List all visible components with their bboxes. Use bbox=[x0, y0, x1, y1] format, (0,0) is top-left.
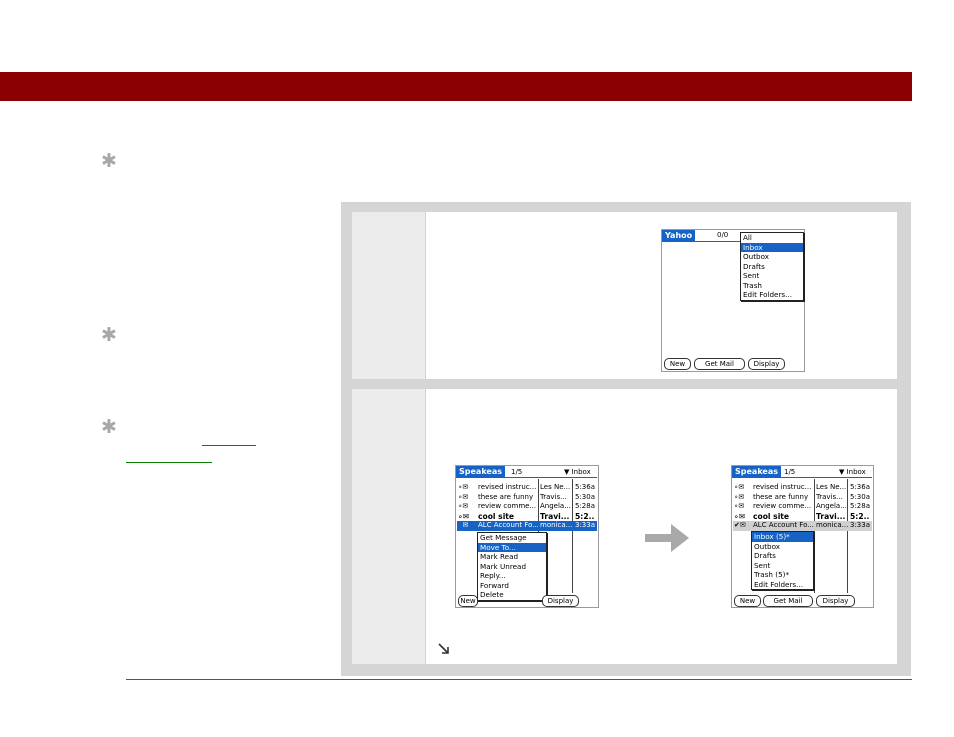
message-row[interactable]: ∘✉ revised instruc... Les Ne... 5:36a bbox=[733, 483, 872, 493]
asterisk-icon: ✱ bbox=[101, 324, 117, 346]
palm-screen-move-to-menu: Speakeas 1/5 ▼ Inbox ∘✉ revised instruc.… bbox=[731, 465, 874, 608]
get-mail-button[interactable]: Get Mail bbox=[694, 358, 745, 370]
folder-label: Inbox bbox=[846, 468, 866, 476]
message-count: 1/5 bbox=[511, 468, 523, 476]
envelope-icon: ∘✉ bbox=[458, 511, 470, 521]
menu-item[interactable]: Mark Read bbox=[478, 552, 546, 562]
message-row[interactable]: ∘✉ review comme... Angela... 5:28a bbox=[457, 502, 597, 512]
header-bar bbox=[0, 72, 912, 101]
folder-picker[interactable]: ▼ Inbox bbox=[564, 468, 591, 476]
move-to-folder-menu[interactable]: Inbox (5)* Outbox Drafts Sent Trash (5)*… bbox=[751, 531, 814, 590]
palm-screen-message-menu: Speakeas 1/5 ▼ Inbox ∘✉ revised instruc.… bbox=[455, 465, 599, 608]
link-underline bbox=[202, 445, 256, 446]
menu-item[interactable]: Edit Folders... bbox=[752, 580, 813, 590]
message-count: 0/0 bbox=[717, 231, 729, 239]
message-row[interactable]: ∘✉ these are funny Travis... 5:30a bbox=[733, 493, 872, 503]
menu-item[interactable]: Reply... bbox=[478, 571, 546, 581]
menu-item[interactable]: Get Message bbox=[478, 533, 546, 543]
display-button[interactable]: Display bbox=[748, 358, 785, 370]
menu-item[interactable]: Delete bbox=[478, 590, 546, 600]
envelope-icon: ∘✉ bbox=[734, 483, 745, 491]
menu-item[interactable]: Outbox bbox=[752, 542, 813, 552]
envelope-icon: ∘✉ bbox=[458, 502, 469, 510]
menu-item-selected[interactable]: Inbox (5)* bbox=[752, 532, 813, 542]
message-row-selected[interactable]: ✔✉ ALC Account Fo... monica... 3:33a bbox=[733, 521, 872, 531]
message-row-selected[interactable]: ✉ ALC Account Fo... monica... 3:33a bbox=[457, 521, 597, 531]
menu-item[interactable]: Outbox bbox=[741, 252, 803, 262]
palm-screen-folder-menu: Yahoo 0/0 All Inbox Outbox Drafts Sent T… bbox=[661, 229, 805, 372]
menu-item[interactable]: Sent bbox=[741, 271, 803, 281]
new-button[interactable]: New bbox=[664, 358, 691, 370]
message-row[interactable]: ∘✉ review comme... Angela... 5:28a bbox=[733, 502, 872, 512]
new-button[interactable]: New bbox=[734, 595, 761, 607]
step-number-cell bbox=[352, 212, 425, 379]
envelope-icon: ∘✉ bbox=[734, 492, 745, 501]
message-row[interactable]: ∘✉ these are funny Travis... 5:30a bbox=[457, 493, 597, 503]
envelope-icon: ✉ bbox=[458, 521, 469, 529]
new-button[interactable]: New bbox=[458, 595, 478, 607]
message-row-unread[interactable]: ∘✉ cool site Travi... 5:2.. bbox=[733, 512, 872, 522]
checkmark-icon: ✔✉ bbox=[734, 521, 746, 529]
message-row[interactable]: ∘✉ revised instruc... Les Ne... 5:36a bbox=[457, 483, 597, 493]
title-underline bbox=[456, 477, 597, 478]
sidebar-link[interactable] bbox=[126, 435, 256, 465]
arrow-right-icon bbox=[643, 520, 691, 556]
asterisk-icon: ✱ bbox=[101, 416, 117, 438]
menu-item[interactable]: Trash bbox=[741, 281, 803, 291]
display-button[interactable]: Display bbox=[816, 595, 855, 607]
menu-item[interactable]: Drafts bbox=[752, 551, 813, 561]
envelope-icon: ∘✉ bbox=[458, 492, 469, 501]
title-underline bbox=[732, 477, 872, 478]
message-count: 1/5 bbox=[784, 468, 796, 476]
menu-item-selected[interactable]: Move To... bbox=[478, 542, 546, 552]
folder-picker[interactable]: ▼ Inbox bbox=[839, 468, 866, 476]
display-button[interactable]: Display bbox=[542, 595, 579, 607]
menu-item[interactable]: Drafts bbox=[741, 262, 803, 272]
menu-item[interactable]: Mark Unread bbox=[478, 562, 546, 572]
link-underline bbox=[126, 462, 212, 463]
bottom-rule bbox=[126, 679, 912, 680]
folder-menu[interactable]: All Inbox Outbox Drafts Sent Trash Edit … bbox=[740, 232, 804, 301]
menu-item[interactable]: Forward bbox=[478, 581, 546, 591]
asterisk-icon: ✱ bbox=[101, 150, 117, 172]
message-options-menu[interactable]: Get Message Move To... Mark Read Mark Un… bbox=[477, 532, 547, 601]
step-number-cell bbox=[352, 389, 425, 664]
menu-item[interactable]: Edit Folders... bbox=[741, 290, 803, 300]
envelope-icon: ∘✉ bbox=[458, 483, 469, 491]
arrow-down-right-icon bbox=[437, 641, 451, 655]
envelope-icon: ∘✉ bbox=[734, 511, 746, 521]
envelope-icon: ∘✉ bbox=[734, 502, 745, 510]
menu-item[interactable]: Trash (5)* bbox=[752, 570, 813, 580]
title-underline bbox=[662, 241, 742, 242]
get-mail-button[interactable]: Get Mail bbox=[763, 595, 813, 607]
menu-item[interactable]: Sent bbox=[752, 561, 813, 571]
menu-item-selected[interactable]: Inbox bbox=[741, 242, 803, 252]
menu-item[interactable]: All bbox=[741, 233, 803, 243]
message-row-unread[interactable]: ∘✉ cool site Travi... 5:2.. bbox=[457, 512, 597, 522]
folder-label: Inbox bbox=[571, 468, 591, 476]
